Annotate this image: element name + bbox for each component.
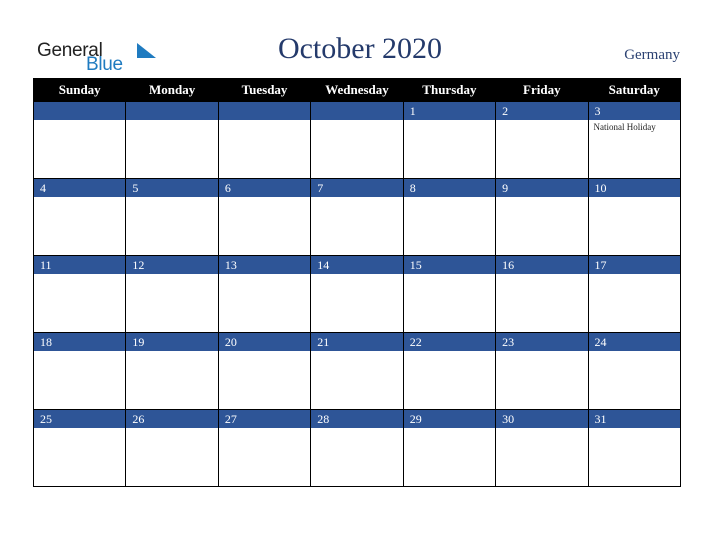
day-number: 24 bbox=[588, 333, 680, 351]
day-number: 26 bbox=[126, 410, 218, 428]
day-cell[interactable]: 30 bbox=[495, 409, 589, 487]
calendar-grid: Sunday Monday Tuesday Wednesday Thursday… bbox=[32, 78, 682, 487]
country-label: Germany bbox=[624, 47, 680, 63]
day-number bbox=[126, 102, 218, 120]
day-number: 20 bbox=[218, 333, 311, 351]
day-number: 25 bbox=[34, 410, 126, 428]
day-number: 12 bbox=[126, 256, 218, 274]
weekday-header: Sunday bbox=[32, 78, 127, 102]
day-cell[interactable] bbox=[32, 101, 127, 179]
general-blue-logo: General Blue bbox=[37, 40, 156, 75]
day-number: 11 bbox=[34, 256, 126, 274]
day-number: 5 bbox=[126, 179, 218, 197]
day-cell[interactable]: 9 bbox=[495, 178, 589, 256]
day-number: 13 bbox=[218, 256, 311, 274]
calendar-title: October 2020 bbox=[277, 32, 443, 65]
day-number: 30 bbox=[496, 410, 588, 428]
day-number: 1 bbox=[403, 102, 496, 120]
day-cell[interactable]: 7 bbox=[310, 178, 404, 256]
weekday-header-row: Sunday Monday Tuesday Wednesday Thursday… bbox=[32, 78, 682, 102]
day-cell[interactable]: 12 bbox=[125, 255, 219, 333]
day-number: 31 bbox=[588, 410, 680, 428]
day-number: 8 bbox=[403, 179, 496, 197]
day-number: 29 bbox=[403, 410, 496, 428]
day-number: 2 bbox=[496, 102, 588, 120]
day-cell[interactable]: 2 bbox=[495, 101, 589, 179]
day-cell[interactable]: 22 bbox=[402, 332, 497, 410]
day-number bbox=[34, 102, 126, 120]
day-number: 9 bbox=[496, 179, 588, 197]
week-row: 18 19 20 21 22 23 24 bbox=[32, 332, 682, 410]
day-cell[interactable]: 17 bbox=[587, 255, 682, 333]
day-number: 7 bbox=[311, 179, 403, 197]
day-cell[interactable]: 10 bbox=[587, 178, 682, 256]
day-number: 6 bbox=[218, 179, 311, 197]
day-cell[interactable]: 26 bbox=[125, 409, 219, 487]
day-cell[interactable]: 13 bbox=[217, 255, 312, 333]
weekday-header: Friday bbox=[495, 78, 589, 102]
weekday-header: Tuesday bbox=[217, 78, 312, 102]
day-cell[interactable] bbox=[310, 101, 404, 179]
day-number: 3 bbox=[588, 102, 680, 120]
day-cell[interactable]: 28 bbox=[310, 409, 404, 487]
holiday-label: National Holiday bbox=[593, 122, 656, 132]
day-number: 23 bbox=[496, 333, 588, 351]
week-row: 4 5 6 7 8 9 10 bbox=[32, 178, 682, 256]
day-number bbox=[218, 102, 311, 120]
day-cell[interactable]: 11 bbox=[32, 255, 127, 333]
day-cell[interactable]: 19 bbox=[125, 332, 219, 410]
day-cell[interactable]: 23 bbox=[495, 332, 589, 410]
day-cell[interactable]: 5 bbox=[125, 178, 219, 256]
weekday-header: Wednesday bbox=[310, 78, 404, 102]
week-row: 1 2 3 National Holiday bbox=[32, 101, 682, 179]
day-cell[interactable]: 29 bbox=[402, 409, 497, 487]
day-number: 19 bbox=[126, 333, 218, 351]
day-cell[interactable]: 25 bbox=[32, 409, 127, 487]
day-number: 21 bbox=[311, 333, 403, 351]
week-row: 11 12 13 14 15 16 17 bbox=[32, 255, 682, 333]
day-cell[interactable]: 27 bbox=[217, 409, 312, 487]
day-cell[interactable]: 20 bbox=[217, 332, 312, 410]
day-cell[interactable]: 18 bbox=[32, 332, 127, 410]
day-cell[interactable]: 16 bbox=[495, 255, 589, 333]
day-number: 15 bbox=[403, 256, 496, 274]
day-number: 18 bbox=[34, 333, 126, 351]
logo-triangle-icon bbox=[137, 43, 156, 58]
day-cell[interactable]: 6 bbox=[217, 178, 312, 256]
day-cell[interactable]: 15 bbox=[402, 255, 497, 333]
week-row: 25 26 27 28 29 30 31 bbox=[32, 409, 682, 487]
day-cell[interactable] bbox=[125, 101, 219, 179]
day-cell[interactable]: 3 National Holiday bbox=[587, 101, 682, 179]
day-number: 17 bbox=[588, 256, 680, 274]
day-number: 10 bbox=[588, 179, 680, 197]
day-cell[interactable]: 1 bbox=[402, 101, 497, 179]
day-number: 22 bbox=[403, 333, 496, 351]
day-number: 16 bbox=[496, 256, 588, 274]
day-number: 27 bbox=[218, 410, 311, 428]
day-cell[interactable]: 21 bbox=[310, 332, 404, 410]
day-cell[interactable]: 8 bbox=[402, 178, 497, 256]
weekday-header: Monday bbox=[125, 78, 219, 102]
logo-word-blue: Blue bbox=[86, 54, 123, 75]
weekday-header: Thursday bbox=[402, 78, 497, 102]
day-cell[interactable]: 14 bbox=[310, 255, 404, 333]
day-number bbox=[311, 102, 403, 120]
day-cell[interactable] bbox=[217, 101, 312, 179]
day-cell[interactable]: 4 bbox=[32, 178, 127, 256]
day-cell[interactable]: 24 bbox=[587, 332, 682, 410]
day-cell[interactable]: 31 bbox=[587, 409, 682, 487]
day-number: 28 bbox=[311, 410, 403, 428]
day-number: 14 bbox=[311, 256, 403, 274]
weekday-header: Saturday bbox=[587, 78, 682, 102]
day-number: 4 bbox=[34, 179, 126, 197]
